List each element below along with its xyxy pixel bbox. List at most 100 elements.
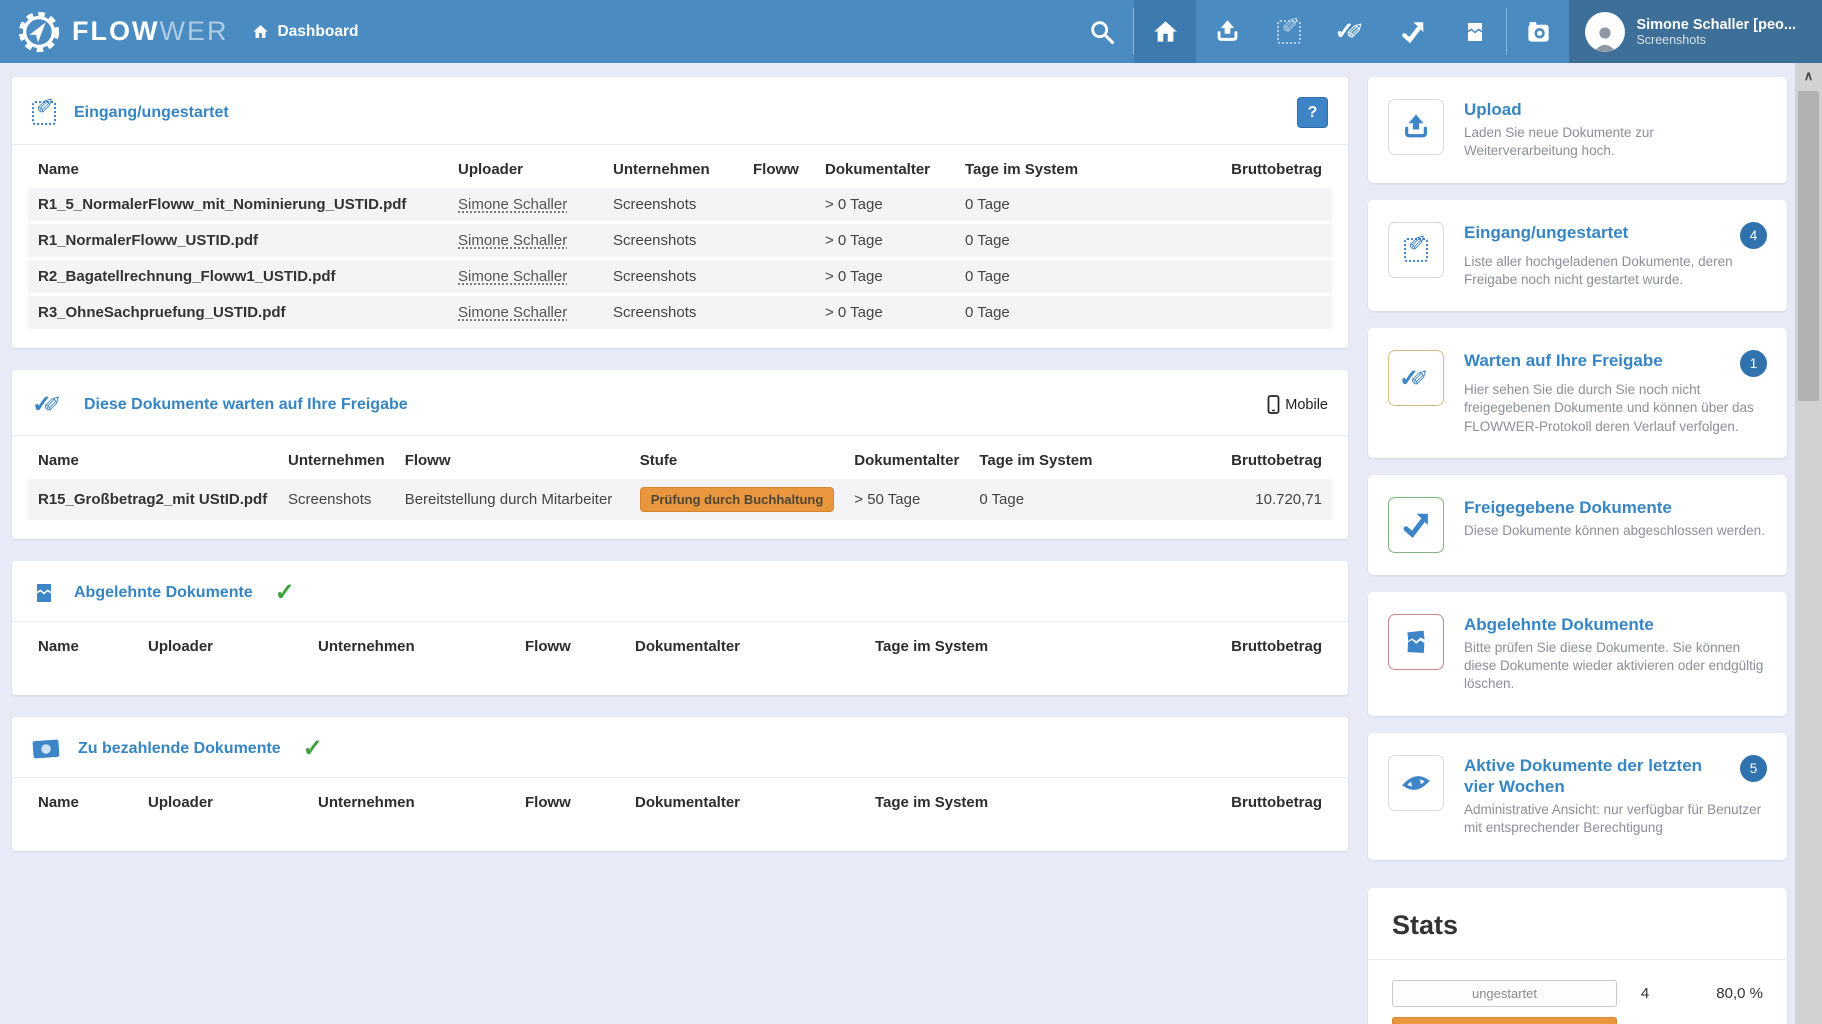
card-description: Diese Dokumente können abgeschlossen wer… xyxy=(1464,522,1767,540)
brand-logo[interactable]: FLOWWER xyxy=(0,0,242,63)
table-header-row: Name Uploader Unternehmen Floww Dokument… xyxy=(28,628,1332,665)
camera-icon xyxy=(1525,18,1552,45)
table-row[interactable]: R1_5_NormalerFloww_mit_Nominierung_USTID… xyxy=(28,188,1332,224)
table-header-row: Name Uploader Unternehmen Floww Dokument… xyxy=(28,784,1332,821)
sidebar-card-rejected[interactable]: Abgelehnte Dokumente Bitte prüfen Sie di… xyxy=(1368,592,1787,716)
floww-cell xyxy=(743,224,815,260)
upload-iconbox xyxy=(1388,99,1444,155)
released-iconbox xyxy=(1388,497,1444,553)
nav-rejected-button[interactable] xyxy=(1444,0,1506,63)
rejected-panel-title: Abgelehnte Dokumente xyxy=(74,584,253,602)
document-name[interactable]: R2_Bagatellrechnung_Floww1_USTID.pdf xyxy=(28,260,448,296)
unternehmen-cell: Screenshots xyxy=(278,479,395,523)
nav-approval-button[interactable]: ✓✐ xyxy=(1320,0,1382,63)
inbox-panel-title: Eingang/ungestartet xyxy=(74,104,229,122)
approval-panel: ✓✐ Diese Dokumente warten auf Ihre Freig… xyxy=(12,370,1348,539)
inbox-table: Name Uploader Unternehmen Floww Dokument… xyxy=(12,145,1348,348)
nav-upload-button[interactable] xyxy=(1196,0,1258,63)
col-unternehmen: Unternehmen xyxy=(278,442,395,479)
breadcrumb: Dashboard xyxy=(242,0,368,63)
col-unternehmen: Unternehmen xyxy=(603,151,743,188)
col-dokumentalter: Dokumentalter xyxy=(844,442,969,479)
col-floww: Floww xyxy=(743,151,815,188)
scroll-up-arrow[interactable]: ∧ xyxy=(1795,63,1822,89)
search-icon xyxy=(1088,18,1116,46)
col-tage: Tage im System xyxy=(969,442,1119,479)
uploader-link[interactable]: Simone Schaller xyxy=(458,268,567,285)
tage-cell: 0 Tage xyxy=(955,260,1125,296)
arrow-up-right-icon xyxy=(1401,510,1431,540)
unternehmen-cell: Screenshots xyxy=(603,224,743,260)
user-company: Screenshots xyxy=(1636,33,1796,47)
col-uploader: Uploader xyxy=(138,784,308,821)
unternehmen-cell: Screenshots xyxy=(603,188,743,224)
navbar-actions: ✐ ✓✐ Simone Schaller [peo... Screenshots xyxy=(1071,0,1822,63)
document-name[interactable]: R3_OhneSachpruefung_USTID.pdf xyxy=(28,296,448,332)
sidebar-card-inbox[interactable]: ✐ Eingang/ungestartet4 Liste aller hochg… xyxy=(1368,200,1787,311)
brutto-cell xyxy=(1125,224,1332,260)
sidebar-card-released[interactable]: Freigegebene Dokumente Diese Dokumente k… xyxy=(1368,475,1787,575)
nav-dashboard-button[interactable] xyxy=(1134,0,1196,63)
table-header-row: Name Unternehmen Floww Stufe Dokumentalt… xyxy=(28,442,1332,479)
col-dokumentalter: Dokumentalter xyxy=(625,784,865,821)
sidebar-card-approval[interactable]: ✓✐ Warten auf Ihre Freigabe1 Hier sehen … xyxy=(1368,328,1787,458)
mobile-link[interactable]: Mobile xyxy=(1267,395,1328,414)
avatar xyxy=(1585,12,1625,52)
user-menu[interactable]: Simone Schaller [peo... Screenshots xyxy=(1569,0,1822,63)
vertical-scrollbar[interactable]: ∧ xyxy=(1795,63,1822,1024)
upload-icon xyxy=(1214,18,1241,45)
card-description: Laden Sie neue Dokumente zur Weiterverar… xyxy=(1464,124,1767,160)
tage-cell: 0 Tage xyxy=(969,479,1119,523)
card-title: Abgelehnte Dokumente xyxy=(1464,614,1654,635)
user-info: Simone Schaller [peo... Screenshots xyxy=(1636,17,1796,47)
sidebar-card-upload[interactable]: Upload Laden Sie neue Dokumente zur Weit… xyxy=(1368,77,1787,183)
sidebar-card-active-docs[interactable]: Aktive Dokumente der letzten vier Wochen… xyxy=(1368,733,1787,860)
stats-title: Stats xyxy=(1392,910,1763,941)
col-bruttobetrag: Bruttobetrag xyxy=(1120,784,1332,821)
stats-row: Stufe 1 1 20,0 % xyxy=(1392,1017,1763,1024)
col-dokumentalter: Dokumentalter xyxy=(815,151,955,188)
uploader-link[interactable]: Simone Schaller xyxy=(458,196,567,213)
col-name: Name xyxy=(28,628,138,665)
col-name: Name xyxy=(28,784,138,821)
nav-released-button[interactable] xyxy=(1382,0,1444,63)
col-uploader: Uploader xyxy=(448,151,603,188)
brutto-cell xyxy=(1125,188,1332,224)
rejected-panel: Abgelehnte Dokumente ✓ Name Uploader Unt… xyxy=(12,561,1348,695)
dokumentalter-cell: > 0 Tage xyxy=(815,260,955,296)
torn-document-icon xyxy=(32,581,56,605)
top-navbar: FLOWWER Dashboard ✐ ✓✐ xyxy=(0,0,1822,63)
document-name[interactable]: R1_5_NormalerFloww_mit_Nominierung_USTID… xyxy=(28,188,448,224)
nav-inbox-button[interactable]: ✐ xyxy=(1258,0,1320,63)
col-name: Name xyxy=(28,151,448,188)
active-docs-iconbox xyxy=(1388,755,1444,811)
home-small-icon xyxy=(252,23,269,40)
table-row[interactable]: R15_Großbetrag2_mit UStID.pdf Screenshot… xyxy=(28,479,1332,523)
tage-cell: 0 Tage xyxy=(955,224,1125,260)
scrollbar-thumb[interactable] xyxy=(1798,91,1819,401)
rejected-table: Name Uploader Unternehmen Floww Dokument… xyxy=(12,622,1348,695)
uploader-link[interactable]: Simone Schaller xyxy=(458,304,567,321)
page-title: Dashboard xyxy=(277,23,358,41)
nav-active-docs-button[interactable] xyxy=(1507,0,1569,63)
table-row[interactable]: R2_Bagatellrechnung_Floww1_USTID.pdf Sim… xyxy=(28,260,1332,296)
help-button[interactable]: ? xyxy=(1297,97,1328,128)
approval-table: Name Unternehmen Floww Stufe Dokumentalt… xyxy=(12,436,1348,539)
uploader-link[interactable]: Simone Schaller xyxy=(458,232,567,249)
dokumentalter-cell: > 0 Tage xyxy=(815,296,955,332)
table-row[interactable]: R3_OhneSachpruefung_USTID.pdf Simone Sch… xyxy=(28,296,1332,332)
brutto-cell xyxy=(1125,260,1332,296)
col-uploader: Uploader xyxy=(138,628,308,665)
inbox-panel: ✐ Eingang/ungestartet ? Name Uploader Un… xyxy=(12,77,1348,348)
search-button[interactable] xyxy=(1071,0,1133,63)
document-name[interactable]: R1_NormalerFloww_USTID.pdf xyxy=(28,224,448,260)
count-badge: 5 xyxy=(1740,755,1767,782)
table-row[interactable]: R1_NormalerFloww_USTID.pdf Simone Schall… xyxy=(28,224,1332,260)
stats-label-pill: ungestartet xyxy=(1392,980,1617,1007)
main-column: ✐ Eingang/ungestartet ? Name Uploader Un… xyxy=(12,77,1348,1024)
col-tage: Tage im System xyxy=(865,628,1120,665)
col-unternehmen: Unternehmen xyxy=(308,784,515,821)
pencil-dotted-icon: ✐ xyxy=(1404,238,1428,262)
eye-icon xyxy=(1400,767,1432,799)
document-name[interactable]: R15_Großbetrag2_mit UStID.pdf xyxy=(28,479,278,523)
